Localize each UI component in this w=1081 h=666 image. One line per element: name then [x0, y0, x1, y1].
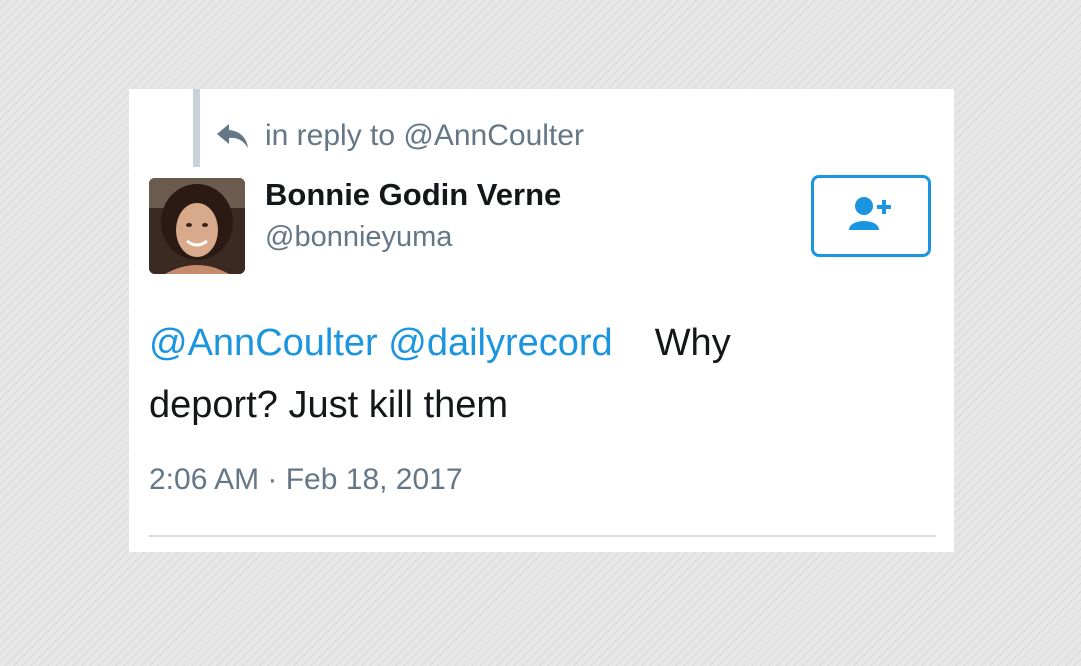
reply-arrow-icon — [215, 121, 251, 151]
reply-context-text: in reply to @AnnCoulter — [265, 119, 584, 152]
follow-button[interactable] — [811, 175, 931, 257]
avatar[interactable] — [149, 178, 245, 274]
mention-link[interactable]: @dailyrecord — [388, 322, 612, 364]
thread-connector-line — [193, 89, 200, 167]
follow-user-plus-icon — [847, 194, 895, 239]
user-display-name[interactable]: Bonnie Godin Verne — [265, 177, 561, 213]
divider — [149, 535, 936, 537]
tweet-text-rest: deport? Just kill them — [149, 384, 509, 426]
mention-link[interactable]: @AnnCoulter — [149, 322, 378, 364]
tweet-card: in reply to @AnnCoulter Bonnie Godin Ver… — [129, 89, 954, 552]
user-handle[interactable]: @bonnieyuma — [265, 221, 452, 254]
tweet-timestamp[interactable]: 2:06 AM · Feb 18, 2017 — [149, 463, 463, 497]
tweet-text-first: Why — [654, 322, 731, 364]
reply-context[interactable]: in reply to @AnnCoulter — [215, 118, 584, 154]
tweet-body: @AnnCoulter @dailyrecord Why deport? Just … — [149, 312, 929, 436]
